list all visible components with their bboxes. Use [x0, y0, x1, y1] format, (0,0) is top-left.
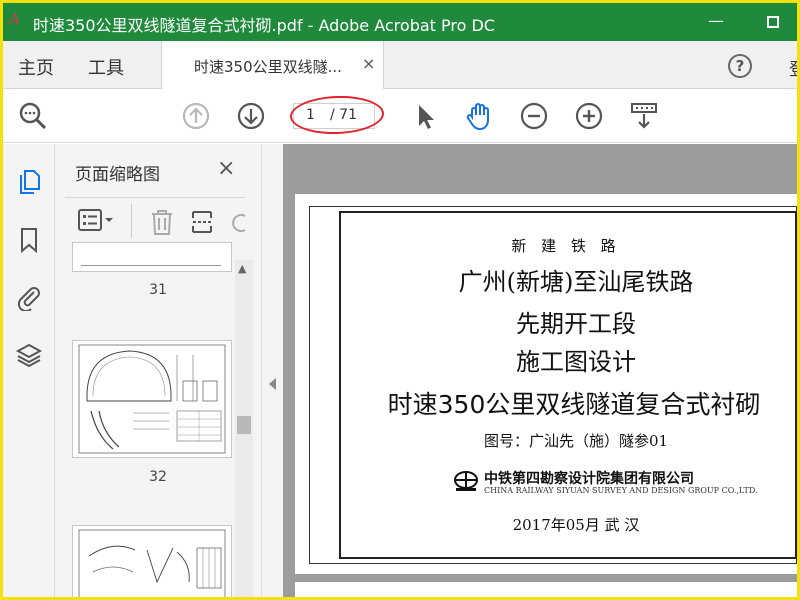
doc-subtitle: 新 建 铁 路	[511, 237, 621, 255]
annotation-ellipse	[289, 94, 385, 136]
app-window: A 时速350公里双线隧道复合式衬砌.pdf - Adobe Acrobat P…	[3, 3, 797, 597]
pdf-page-1: 新 建 铁 路 广州(新塘)至汕尾铁路 先期开工段 施工图设计 时速350公里双…	[295, 194, 797, 574]
company-name-en: CHINA RAILWAY SIYUAN SURVEY AND DESIGN G…	[484, 486, 758, 495]
sign-in-link[interactable]: 登	[789, 55, 797, 80]
delete-page-icon[interactable]	[149, 208, 175, 236]
page-thumbnails-icon[interactable]	[15, 168, 43, 196]
thumbnail-options-icon[interactable]	[77, 208, 117, 234]
page-thumbnail-33[interactable]	[72, 525, 232, 597]
window-title: 时速350公里双线隧道复合式衬砌.pdf - Adobe Acrobat Pro…	[33, 16, 495, 35]
page-thumbnail-32[interactable]	[72, 340, 232, 458]
tab-home[interactable]: 主页	[18, 54, 54, 80]
rotate-page-icon[interactable]	[231, 208, 247, 236]
doc-phase: 先期开工段	[516, 310, 636, 338]
thumbnail-content-line	[81, 265, 221, 266]
thumbnail-33-drawing	[78, 529, 226, 597]
page-number-label-31: 31	[149, 282, 167, 298]
scroll-mode-icon[interactable]	[628, 100, 660, 132]
bookmark-icon[interactable]	[15, 226, 43, 254]
tab-tools[interactable]: 工具	[88, 54, 124, 80]
document-tab-close-button[interactable]: ×	[362, 54, 375, 73]
maximize-icon	[767, 15, 779, 28]
left-navigation-rail	[3, 144, 55, 597]
company-block: 中铁第四勘察设计院集团有限公司 CHINA RAILWAY SIYUAN SUR…	[450, 468, 758, 508]
help-button[interactable]: ?	[728, 54, 752, 78]
document-tab[interactable]: 时速350公里双线隧... ×	[161, 41, 384, 89]
page-thumbnails-panel: 页面缩略图 × 31 32 ▲	[55, 144, 261, 597]
document-viewer[interactable]: 新 建 铁 路 广州(新塘)至汕尾铁路 先期开工段 施工图设计 时速350公里双…	[283, 144, 797, 597]
company-name-cn: 中铁第四勘察设计院集团有限公司	[484, 471, 694, 487]
toolbar: 1 / 71	[3, 90, 797, 143]
scroll-up-arrow-icon[interactable]: ▲	[238, 262, 246, 275]
acrobat-app-icon: A	[9, 10, 20, 28]
zoom-in-icon[interactable]	[573, 100, 605, 132]
previous-page-icon[interactable]	[180, 100, 212, 132]
scrollbar-thumb[interactable]	[237, 416, 251, 434]
search-zoom-icon[interactable]	[17, 100, 49, 132]
company-logo-icon	[454, 471, 478, 491]
tab-bar: 主页 工具 时速350公里双线隧... × ? 登	[3, 41, 797, 89]
hand-tool-icon[interactable]	[463, 100, 495, 132]
extract-pages-icon[interactable]	[189, 208, 217, 236]
collapse-arrow-icon[interactable]	[269, 378, 276, 390]
panel-title: 页面缩略图	[75, 165, 160, 185]
doc-design-stage: 施工图设计	[516, 348, 636, 376]
pdf-page-2-top	[295, 582, 797, 597]
doc-date-place: 2017年05月 武 汉	[512, 516, 640, 534]
zoom-out-icon[interactable]	[518, 100, 550, 132]
layers-icon[interactable]	[15, 341, 43, 369]
attachment-icon[interactable]	[15, 283, 43, 311]
panel-toolbar	[65, 197, 247, 242]
minimize-button[interactable]: —	[703, 9, 729, 33]
page-number-label-32: 32	[149, 469, 167, 485]
page-thumbnail-31[interactable]	[72, 242, 232, 272]
thumbnail-scrollbar[interactable]: ▲	[235, 260, 253, 597]
thumbnail-32-drawing	[78, 344, 226, 454]
title-bar: A 时速350公里双线隧道复合式衬砌.pdf - Adobe Acrobat P…	[3, 3, 797, 41]
panel-close-button[interactable]: ×	[217, 156, 235, 181]
maximize-button[interactable]	[760, 9, 786, 33]
panel-toolbar-divider	[131, 204, 132, 238]
select-cursor-icon[interactable]	[408, 100, 440, 132]
panel-collapse-strip[interactable]	[261, 144, 283, 597]
doc-main-title: 时速350公里双线隧道复合式衬砌	[387, 390, 761, 419]
next-page-icon[interactable]	[235, 100, 267, 132]
doc-drawing-number: 图号：广汕先（施）隧参01	[483, 432, 669, 450]
document-tab-label: 时速350公里双线隧...	[194, 58, 342, 76]
doc-project-name: 广州(新塘)至汕尾铁路	[458, 268, 694, 296]
